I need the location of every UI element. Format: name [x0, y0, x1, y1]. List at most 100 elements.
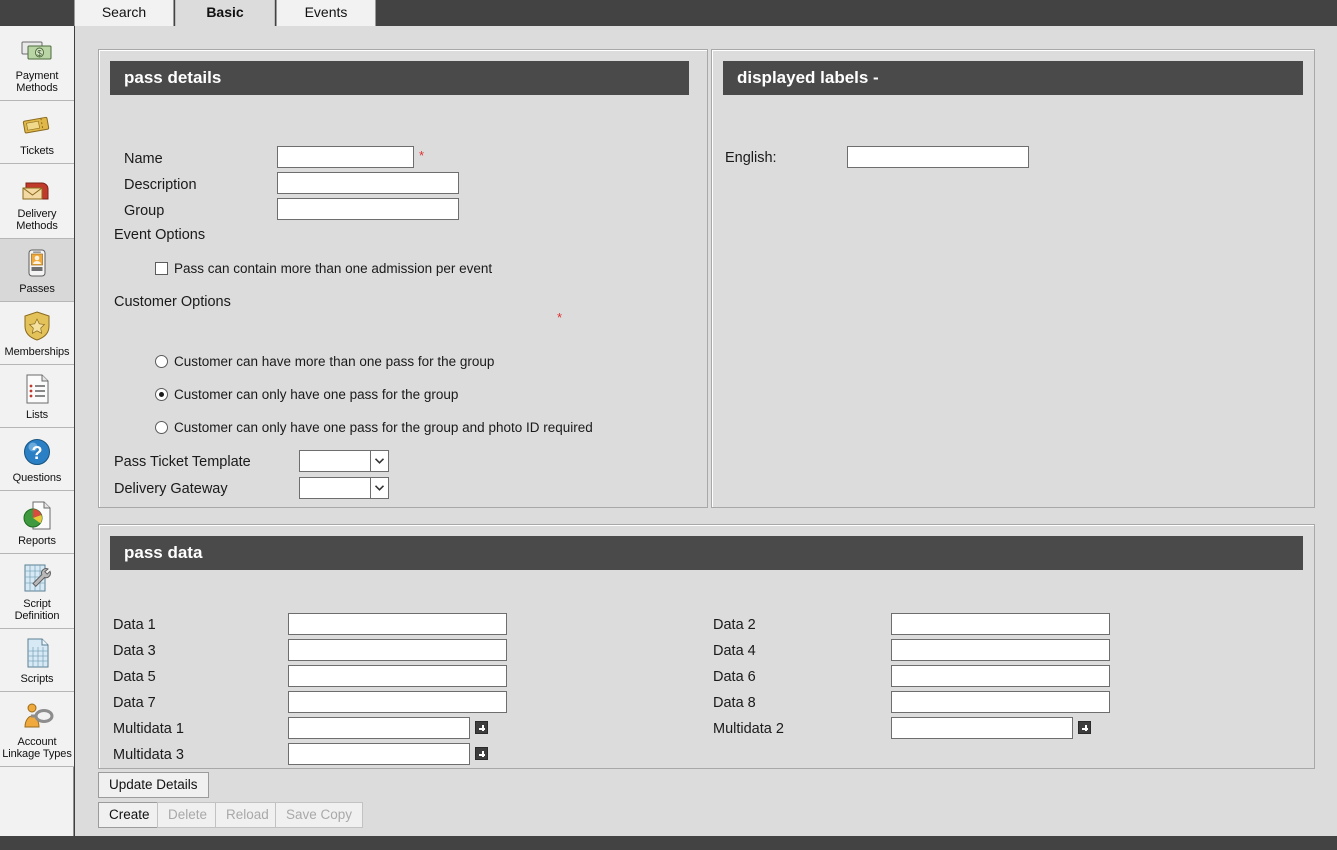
pass-data-label: Data 5 — [113, 669, 156, 685]
tab-search[interactable]: Search — [74, 0, 174, 26]
pass-details-panel: pass details Name * Description Group Ev… — [98, 49, 708, 508]
tab-events[interactable]: Events — [276, 0, 376, 26]
group-input[interactable] — [277, 198, 459, 220]
pass-data-panel: pass data Data 1 Data 3 Data 5 Data 7 Multid… — [98, 524, 1315, 769]
customer-option-label-0: Customer can have more than one pass for… — [174, 354, 495, 369]
pass-data-input[interactable] — [288, 639, 507, 661]
application-window: Search Basic Events $ Payment Methods Tickets… — [0, 0, 1337, 850]
customer-option-radio-2[interactable] — [155, 421, 168, 434]
pass-data-body: Data 1 Data 3 Data 5 Data 7 Multidata 1 Multi… — [99, 581, 1314, 768]
pass-data-label: Data 7 — [113, 695, 156, 711]
customer-option-label-1: Customer can only have one pass for the … — [174, 387, 459, 402]
sidebar-item-label: Script — [23, 598, 51, 610]
account-link-icon — [2, 699, 72, 733]
english-label: English: — [725, 150, 777, 166]
name-input[interactable] — [277, 146, 414, 168]
add-multidata-icon[interactable] — [475, 747, 488, 760]
english-input[interactable] — [847, 146, 1029, 168]
sidebar-item-label-line2: Definition — [14, 610, 60, 622]
sidebar-item-account[interactable]: Account Linkage Types — [0, 692, 74, 767]
create-button[interactable]: Create — [98, 802, 161, 828]
sidebar-item-label: Scripts — [20, 673, 54, 685]
banknotes-icon: $ — [2, 33, 72, 67]
pass-data-input[interactable] — [288, 613, 507, 635]
description-label: Description — [124, 177, 197, 193]
pass-data-input[interactable] — [288, 691, 507, 713]
pass-data-label: Data 6 — [713, 669, 756, 685]
sidebar-item-label: Tickets — [20, 145, 54, 157]
main-content: pass details Name * Description Group Ev… — [75, 26, 1337, 836]
customer-option-radio-1[interactable] — [155, 388, 168, 401]
sidebar-item-label-line2: Methods — [16, 220, 58, 232]
pass-data-input[interactable] — [891, 613, 1110, 635]
pass-ticket-template-select[interactable] — [299, 450, 389, 472]
pass-data-label: Data 3 — [113, 643, 156, 659]
event-options-label: Event Options — [114, 227, 206, 243]
pass-data-input[interactable] — [288, 665, 507, 687]
tab-basic[interactable]: Basic — [175, 0, 275, 26]
sidebar-item-tickets[interactable]: Tickets — [0, 101, 74, 164]
sidebar-item-questions[interactable]: ? Questions — [0, 428, 74, 491]
pass-data-title: pass data — [110, 536, 1303, 570]
sidebar-navigation: $ Payment Methods Tickets Delivery Methods Pas… — [0, 26, 74, 836]
multi-admission-checkbox[interactable] — [155, 262, 168, 275]
pass-data-input[interactable] — [891, 639, 1110, 661]
pass-data-label: Multidata 2 — [713, 721, 784, 737]
sidebar-item-script[interactable]: Script Definition — [0, 554, 74, 629]
sidebar-item-memberships[interactable]: Memberships — [0, 302, 74, 365]
description-input[interactable] — [277, 172, 459, 194]
sidebar-item-label-line2: Linkage Types — [2, 748, 72, 760]
sidebar-item-label: Lists — [25, 409, 49, 421]
sidebar-item-label-line2: Methods — [16, 82, 58, 94]
svg-text:$: $ — [37, 49, 42, 58]
delivery-gateway-value — [300, 478, 370, 498]
sidebar-item-label: Questions — [12, 472, 62, 484]
pass-data-input[interactable] — [288, 743, 470, 765]
pass-data-label: Data 8 — [713, 695, 756, 711]
customer-option-label-2: Customer can only have one pass for the … — [174, 420, 593, 435]
question-mark-icon: ? — [2, 435, 72, 469]
displayed-labels-title: displayed labels - — [723, 61, 1303, 95]
add-multidata-icon[interactable] — [475, 721, 488, 734]
grid-wrench-icon — [2, 561, 72, 595]
pass-data-input[interactable] — [891, 717, 1073, 739]
add-multidata-icon[interactable] — [1078, 721, 1091, 734]
reload-button[interactable]: Reload — [215, 802, 280, 828]
sidebar-item-label: Delivery — [17, 208, 57, 220]
customer-option-radio-0[interactable] — [155, 355, 168, 368]
pass-ticket-template-label: Pass Ticket Template — [114, 454, 251, 470]
sidebar-item-passes[interactable]: Passes — [0, 239, 74, 302]
pass-data-input[interactable] — [891, 691, 1110, 713]
pass-data-label: Multidata 1 — [113, 721, 184, 737]
sidebar-item-lists[interactable]: Lists — [0, 365, 74, 428]
pass-data-label: Multidata 3 — [113, 747, 184, 763]
pass-data-input[interactable] — [891, 665, 1110, 687]
sidebar-item-payment[interactable]: $ Payment Methods — [0, 26, 74, 101]
pass-data-label: Data 1 — [113, 617, 156, 633]
sidebar-item-reports[interactable]: Reports — [0, 491, 74, 554]
shield-star-icon — [2, 309, 72, 343]
update-details-button[interactable]: Update Details — [98, 772, 209, 798]
delivery-gateway-label: Delivery Gateway — [114, 481, 228, 497]
save-copy-button[interactable]: Save Copy — [275, 802, 364, 828]
group-label: Group — [124, 203, 165, 219]
pass-ticket-template-value — [300, 451, 370, 471]
pass-details-body: Name * Description Group Event Options P… — [99, 106, 707, 507]
sidebar-item-delivery[interactable]: Delivery Methods — [0, 164, 74, 239]
delivery-gateway-select[interactable] — [299, 477, 389, 499]
id-badge-icon — [2, 246, 72, 280]
sidebar-item-label: Account — [17, 736, 57, 748]
sidebar-item-scripts[interactable]: Scripts — [0, 629, 74, 692]
pass-data-label: Data 4 — [713, 643, 756, 659]
sidebar-item-label: Passes — [19, 283, 55, 295]
name-required-asterisk: * — [419, 148, 425, 163]
customer-options-required-asterisk: * — [557, 310, 563, 325]
pass-details-title: pass details — [110, 61, 689, 95]
sidebar-item-label: Memberships — [4, 346, 70, 358]
delete-button[interactable]: Delete — [157, 802, 219, 828]
pass-data-input[interactable] — [288, 717, 470, 739]
displayed-labels-body: English: — [712, 106, 1314, 507]
displayed-labels-panel: displayed labels - English: — [711, 49, 1315, 508]
mailbox-icon — [2, 171, 72, 205]
chevron-down-icon — [370, 478, 388, 498]
